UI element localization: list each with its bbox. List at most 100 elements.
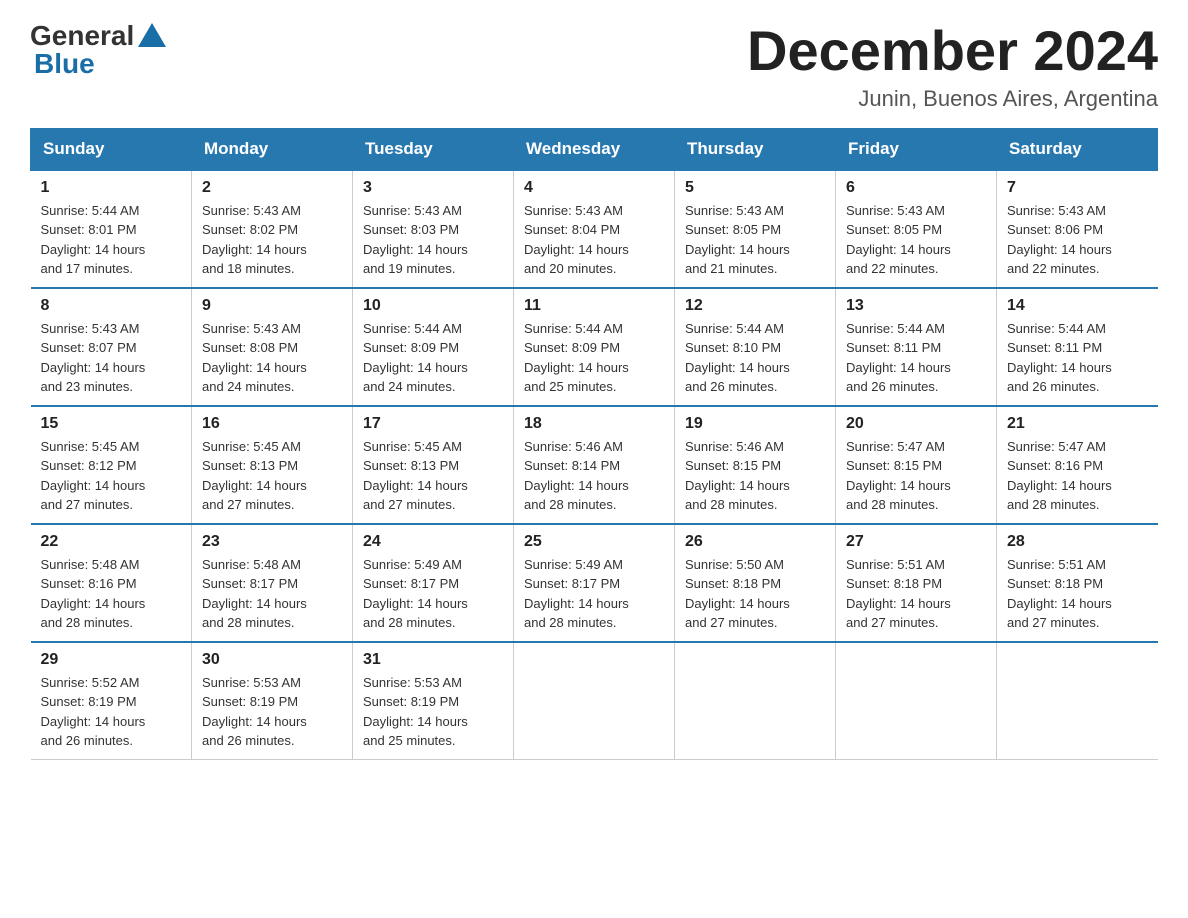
day-number: 9	[202, 297, 342, 315]
day-cell: 23 Sunrise: 5:48 AMSunset: 8:17 PMDayligh…	[192, 524, 353, 642]
day-number: 22	[41, 533, 182, 551]
day-info: Sunrise: 5:48 AMSunset: 8:16 PMDaylight:…	[41, 555, 182, 633]
location-subtitle: Junin, Buenos Aires, Argentina	[747, 86, 1158, 112]
day-info: Sunrise: 5:43 AMSunset: 8:08 PMDaylight:…	[202, 319, 342, 397]
day-info: Sunrise: 5:45 AMSunset: 8:13 PMDaylight:…	[363, 437, 503, 515]
day-number: 29	[41, 651, 182, 669]
day-cell	[836, 642, 997, 760]
logo: General Blue	[30, 20, 166, 80]
day-info: Sunrise: 5:49 AMSunset: 8:17 PMDaylight:…	[363, 555, 503, 633]
day-info: Sunrise: 5:53 AMSunset: 8:19 PMDaylight:…	[363, 673, 503, 751]
day-number: 28	[1007, 533, 1148, 551]
day-cell: 18Sunrise: 5:46 AMSunset: 8:14 PMDayligh…	[514, 406, 675, 524]
day-number: 31	[363, 651, 503, 669]
day-cell	[675, 642, 836, 760]
day-number: 3	[363, 179, 503, 197]
day-cell: 29Sunrise: 5:52 AMSunset: 8:19 PMDayligh…	[31, 642, 192, 760]
day-number: 12	[685, 297, 825, 315]
week-row-5: 29Sunrise: 5:52 AMSunset: 8:19 PMDayligh…	[31, 642, 1158, 760]
day-cell: 25 Sunrise: 5:49 AMSunset: 8:17 PMDayligh…	[514, 524, 675, 642]
day-info: Sunrise: 5:49 AMSunset: 8:17 PMDaylight:…	[524, 555, 664, 633]
day-cell: 2 Sunrise: 5:43 AMSunset: 8:02 PMDaylight…	[192, 170, 353, 288]
week-row-2: 8 Sunrise: 5:43 AMSunset: 8:07 PMDaylight…	[31, 288, 1158, 406]
day-info: Sunrise: 5:53 AMSunset: 8:19 PMDaylight:…	[202, 673, 342, 751]
day-number: 19	[685, 415, 825, 433]
title-block: December 2024 Junin, Buenos Aires, Argen…	[747, 20, 1158, 112]
header-cell-tuesday: Tuesday	[353, 128, 514, 170]
day-cell: 11 Sunrise: 5:44 AMSunset: 8:09 PMDayligh…	[514, 288, 675, 406]
day-cell: 3 Sunrise: 5:43 AMSunset: 8:03 PMDaylight…	[353, 170, 514, 288]
day-info: Sunrise: 5:43 AMSunset: 8:03 PMDaylight:…	[363, 201, 503, 279]
day-number: 23	[202, 533, 342, 551]
day-cell: 10Sunrise: 5:44 AMSunset: 8:09 PMDayligh…	[353, 288, 514, 406]
header-cell-friday: Friday	[836, 128, 997, 170]
day-number: 2	[202, 179, 342, 197]
day-info: Sunrise: 5:51 AMSunset: 8:18 PMDaylight:…	[846, 555, 986, 633]
day-cell: 26 Sunrise: 5:50 AMSunset: 8:18 PMDayligh…	[675, 524, 836, 642]
day-cell: 27Sunrise: 5:51 AMSunset: 8:18 PMDayligh…	[836, 524, 997, 642]
calendar-header: SundayMondayTuesdayWednesdayThursdayFrid…	[31, 128, 1158, 170]
day-number: 30	[202, 651, 342, 669]
day-number: 11	[524, 297, 664, 315]
day-cell: 31 Sunrise: 5:53 AMSunset: 8:19 PMDayligh…	[353, 642, 514, 760]
logo-blue-text: Blue	[34, 48, 95, 80]
header-cell-thursday: Thursday	[675, 128, 836, 170]
day-cell	[514, 642, 675, 760]
day-info: Sunrise: 5:47 AMSunset: 8:16 PMDaylight:…	[1007, 437, 1148, 515]
day-cell: 19 Sunrise: 5:46 AMSunset: 8:15 PMDayligh…	[675, 406, 836, 524]
day-info: Sunrise: 5:44 AMSunset: 8:11 PMDaylight:…	[1007, 319, 1148, 397]
day-number: 1	[41, 179, 182, 197]
day-cell: 28Sunrise: 5:51 AMSunset: 8:18 PMDayligh…	[997, 524, 1158, 642]
day-cell: 8 Sunrise: 5:43 AMSunset: 8:07 PMDaylight…	[31, 288, 192, 406]
day-info: Sunrise: 5:47 AMSunset: 8:15 PMDaylight:…	[846, 437, 986, 515]
day-info: Sunrise: 5:43 AMSunset: 8:02 PMDaylight:…	[202, 201, 342, 279]
day-cell: 5 Sunrise: 5:43 AMSunset: 8:05 PMDaylight…	[675, 170, 836, 288]
header-cell-wednesday: Wednesday	[514, 128, 675, 170]
day-number: 25	[524, 533, 664, 551]
day-cell: 13 Sunrise: 5:44 AMSunset: 8:11 PMDayligh…	[836, 288, 997, 406]
day-cell: 20 Sunrise: 5:47 AMSunset: 8:15 PMDayligh…	[836, 406, 997, 524]
day-number: 8	[41, 297, 182, 315]
week-row-1: 1 Sunrise: 5:44 AMSunset: 8:01 PMDaylight…	[31, 170, 1158, 288]
day-cell: 14 Sunrise: 5:44 AMSunset: 8:11 PMDayligh…	[997, 288, 1158, 406]
day-cell: 30 Sunrise: 5:53 AMSunset: 8:19 PMDayligh…	[192, 642, 353, 760]
day-number: 14	[1007, 297, 1148, 315]
day-info: Sunrise: 5:45 AMSunset: 8:12 PMDaylight:…	[41, 437, 182, 515]
day-info: Sunrise: 5:44 AMSunset: 8:01 PMDaylight:…	[41, 201, 182, 279]
day-info: Sunrise: 5:44 AMSunset: 8:11 PMDaylight:…	[846, 319, 986, 397]
day-info: Sunrise: 5:43 AMSunset: 8:05 PMDaylight:…	[846, 201, 986, 279]
day-number: 13	[846, 297, 986, 315]
day-number: 24	[363, 533, 503, 551]
calendar-table: SundayMondayTuesdayWednesdayThursdayFrid…	[30, 128, 1158, 760]
day-cell: 6 Sunrise: 5:43 AMSunset: 8:05 PMDaylight…	[836, 170, 997, 288]
day-info: Sunrise: 5:44 AMSunset: 8:09 PMDaylight:…	[524, 319, 664, 397]
week-row-4: 22 Sunrise: 5:48 AMSunset: 8:16 PMDayligh…	[31, 524, 1158, 642]
day-info: Sunrise: 5:43 AMSunset: 8:05 PMDaylight:…	[685, 201, 825, 279]
day-number: 5	[685, 179, 825, 197]
month-title: December 2024	[747, 20, 1158, 82]
day-cell: 12 Sunrise: 5:44 AMSunset: 8:10 PMDayligh…	[675, 288, 836, 406]
day-cell	[997, 642, 1158, 760]
day-cell: 22 Sunrise: 5:48 AMSunset: 8:16 PMDayligh…	[31, 524, 192, 642]
day-number: 16	[202, 415, 342, 433]
day-info: Sunrise: 5:48 AMSunset: 8:17 PMDaylight:…	[202, 555, 342, 633]
day-cell: 17Sunrise: 5:45 AMSunset: 8:13 PMDayligh…	[353, 406, 514, 524]
day-info: Sunrise: 5:50 AMSunset: 8:18 PMDaylight:…	[685, 555, 825, 633]
day-cell: 4Sunrise: 5:43 AMSunset: 8:04 PMDaylight…	[514, 170, 675, 288]
day-info: Sunrise: 5:46 AMSunset: 8:14 PMDaylight:…	[524, 437, 664, 515]
day-number: 6	[846, 179, 986, 197]
calendar-body: 1 Sunrise: 5:44 AMSunset: 8:01 PMDaylight…	[31, 170, 1158, 760]
logo-triangle-icon	[138, 23, 166, 47]
header-cell-sunday: Sunday	[31, 128, 192, 170]
day-cell: 21Sunrise: 5:47 AMSunset: 8:16 PMDayligh…	[997, 406, 1158, 524]
day-cell: 15Sunrise: 5:45 AMSunset: 8:12 PMDayligh…	[31, 406, 192, 524]
day-info: Sunrise: 5:44 AMSunset: 8:10 PMDaylight:…	[685, 319, 825, 397]
header-cell-monday: Monday	[192, 128, 353, 170]
day-number: 20	[846, 415, 986, 433]
day-number: 10	[363, 297, 503, 315]
day-info: Sunrise: 5:43 AMSunset: 8:07 PMDaylight:…	[41, 319, 182, 397]
day-info: Sunrise: 5:46 AMSunset: 8:15 PMDaylight:…	[685, 437, 825, 515]
header-cell-saturday: Saturday	[997, 128, 1158, 170]
day-info: Sunrise: 5:43 AMSunset: 8:04 PMDaylight:…	[524, 201, 664, 279]
day-number: 26	[685, 533, 825, 551]
